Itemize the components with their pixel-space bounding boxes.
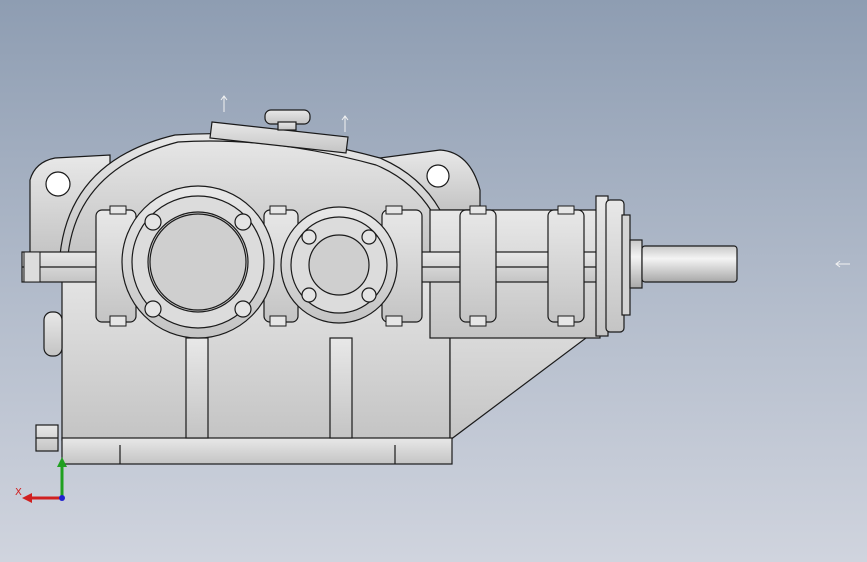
coordinate-triad[interactable]: X xyxy=(10,455,80,515)
small-bearing-cap xyxy=(280,206,398,324)
cad-graphics-viewport[interactable]: X xyxy=(0,0,867,562)
gearbox-model[interactable] xyxy=(0,0,867,562)
x-axis-label: X xyxy=(15,487,22,498)
output-shaft xyxy=(595,195,738,337)
large-bearing-cap xyxy=(121,185,275,339)
